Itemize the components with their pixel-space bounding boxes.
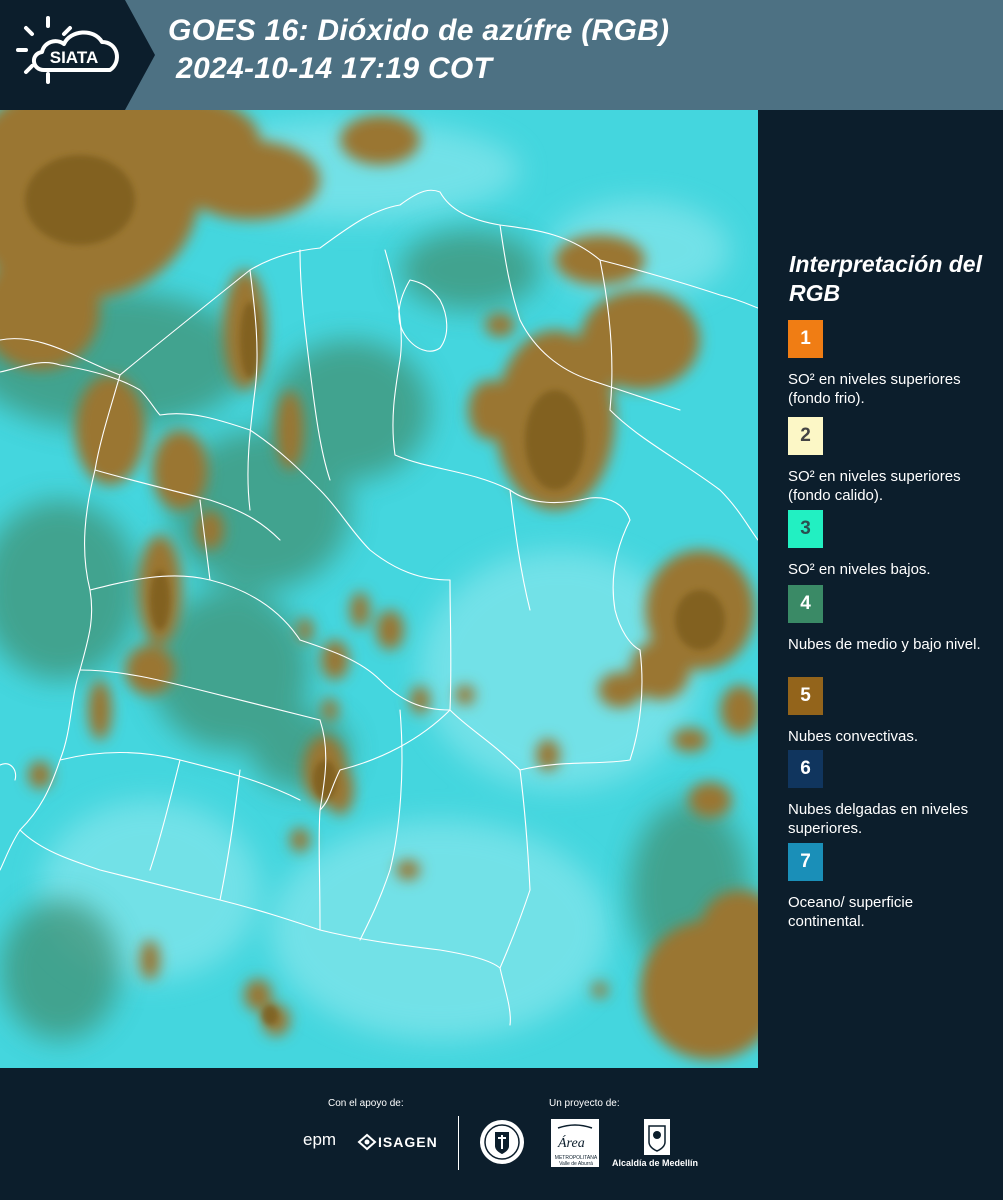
legend-swatch-7: 7 bbox=[788, 843, 823, 881]
legend-number-3: 3 bbox=[800, 518, 811, 539]
legend-swatch-4: 4 bbox=[788, 585, 823, 623]
legend-label-4: Nubes de medio y bajo nivel. bbox=[788, 636, 981, 653]
area-logo-text: Área bbox=[558, 1136, 585, 1151]
legend-item-6: 6 Nubes delgadas en niveles superiores. bbox=[788, 750, 988, 838]
page-title: GOES 16: Dióxido de azúfre (RGB) 2024-10… bbox=[168, 12, 669, 88]
legend-swatch-5: 5 bbox=[788, 677, 823, 715]
support-label: Con el apoyo de: bbox=[328, 1098, 404, 1109]
legend-label-2: SO² en niveles superiores (fondo calido)… bbox=[788, 468, 961, 504]
legend-item-3: 3 SO² en niveles bajos. bbox=[788, 510, 988, 579]
legend-label-6: Nubes delgadas en niveles superiores. bbox=[788, 801, 969, 837]
legend-swatch-1: 1 bbox=[788, 320, 823, 358]
legend-number-7: 7 bbox=[800, 851, 811, 872]
satellite-image bbox=[0, 110, 758, 1068]
legend-label-1: SO² en niveles superiores (fondo frio). bbox=[788, 371, 961, 407]
legend-label-3: SO² en niveles bajos. bbox=[788, 561, 931, 578]
medellin-seal-icon bbox=[480, 1120, 524, 1164]
legend-title: Interpretación del RGB bbox=[789, 251, 982, 306]
isagen-logo: ISAGEN bbox=[378, 1134, 438, 1150]
legend-swatch-3: 3 bbox=[788, 510, 823, 548]
isagen-mark-icon bbox=[357, 1133, 377, 1151]
legend-number-5: 5 bbox=[800, 685, 811, 706]
project-label: Un proyecto de: bbox=[549, 1098, 620, 1109]
legend-number-6: 6 bbox=[800, 758, 811, 779]
legend-number-1: 1 bbox=[800, 328, 811, 349]
alcaldia-logo-text: Alcaldía de Medellín bbox=[612, 1158, 699, 1168]
area-logo-subtext: METROPOLITANA Valle de Aburrá bbox=[554, 1155, 598, 1167]
legend-item-7: 7 Oceano/ superficie continental. bbox=[788, 843, 988, 931]
legend-item-5: 5 Nubes convectivas. bbox=[788, 677, 988, 746]
legend-number-2: 2 bbox=[800, 425, 811, 446]
footer: Con el apoyo de: Un proyecto de: epm ISA… bbox=[0, 1068, 1003, 1200]
legend-item-4: 4 Nubes de medio y bajo nivel. bbox=[788, 585, 988, 654]
alcaldia-seal-icon bbox=[644, 1119, 670, 1155]
rgb-legend: Interpretación del RGB 1 SO² en niveles … bbox=[776, 110, 996, 1068]
logo-text: SIATA bbox=[50, 48, 98, 67]
legend-swatch-2: 2 bbox=[788, 417, 823, 455]
epm-logo: epm bbox=[303, 1130, 337, 1149]
legend-number-4: 4 bbox=[800, 593, 811, 614]
legend-swatch-6: 6 bbox=[788, 750, 823, 788]
siata-logo: SIATA bbox=[0, 0, 155, 110]
satellite-map[interactable] bbox=[0, 110, 760, 1068]
sun-cloud-icon: SIATA bbox=[16, 16, 119, 84]
legend-item-1: 1 SO² en niveles superiores (fondo frio)… bbox=[788, 320, 988, 408]
footer-divider bbox=[458, 1116, 459, 1170]
title-product: GOES 16: Dióxido de azúfre (RGB) bbox=[168, 14, 670, 47]
title-timestamp: 2024-10-14 17:19 COT bbox=[176, 52, 493, 85]
legend-item-2: 2 SO² en niveles superiores (fondo calid… bbox=[788, 417, 988, 505]
header-bar: SIATA GOES 16: Dióxido de azúfre (RGB) 2… bbox=[0, 0, 1003, 110]
legend-label-5: Nubes convectivas. bbox=[788, 728, 919, 745]
legend-label-7: Oceano/ superficie continental. bbox=[788, 894, 914, 930]
